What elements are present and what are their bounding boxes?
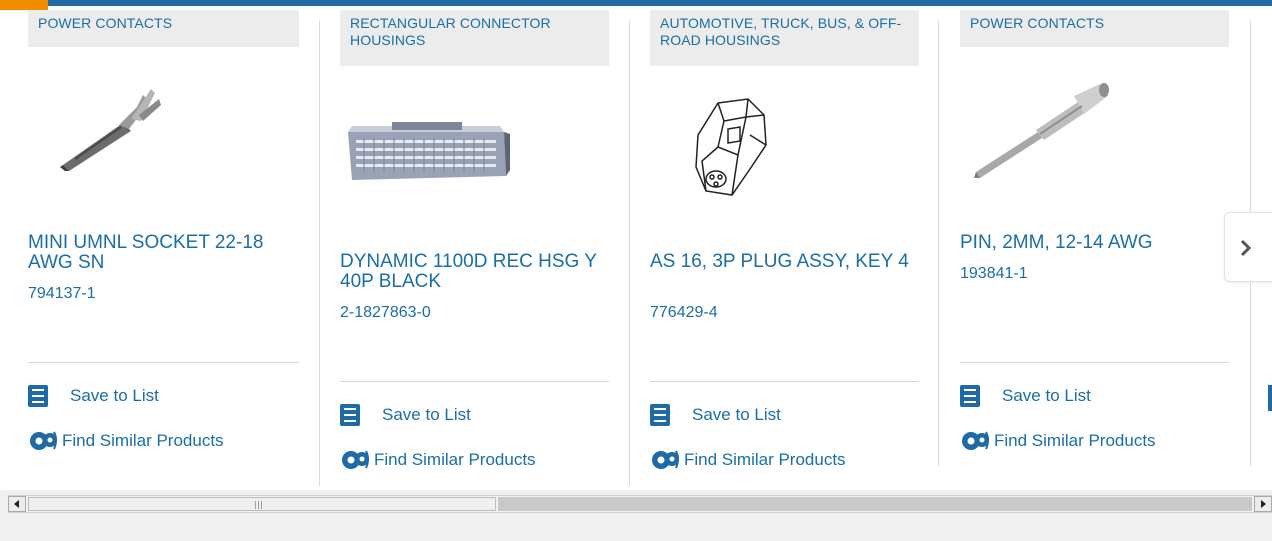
part-number[interactable]: 2-1827863-0 xyxy=(340,304,431,322)
product-title[interactable]: PIN, 2MM, 12-14 AWG xyxy=(960,233,1228,253)
checklist-icon xyxy=(960,385,980,407)
category-label[interactable]: AUTOMOTIVE, TRUCK, BUS, & OFF-ROAD HOUSI… xyxy=(650,10,919,66)
save-to-list-button[interactable]: Save to List xyxy=(340,404,471,426)
save-to-list-label: Save to List xyxy=(1002,386,1091,405)
find-similar-label: Find Similar Products xyxy=(62,431,224,450)
card-divider xyxy=(938,20,939,466)
product-image[interactable] xyxy=(344,120,514,190)
card-separator xyxy=(650,381,919,382)
card-separator xyxy=(28,362,299,363)
save-to-list-label: Save to List xyxy=(382,405,471,424)
gears-icon xyxy=(30,431,57,450)
top-accent-orange xyxy=(0,0,48,10)
find-similar-label: Find Similar Products xyxy=(374,450,536,469)
scrollbar-track[interactable] xyxy=(498,497,1252,511)
save-to-list-button[interactable]: Save to List xyxy=(960,385,1091,407)
gears-icon xyxy=(962,431,989,450)
find-similar-button[interactable]: Find Similar Products xyxy=(340,449,536,471)
product-title[interactable]: MINI UMNL SOCKET 22-18 AWG SN xyxy=(28,233,308,273)
gears-icon xyxy=(652,450,679,469)
checklist-icon xyxy=(650,404,670,426)
save-to-list-label: Save to List xyxy=(70,386,159,405)
find-similar-label: Find Similar Products xyxy=(994,431,1156,450)
card-separator xyxy=(960,362,1229,363)
carousel-next-button[interactable] xyxy=(1224,212,1272,282)
save-to-list-label: Save to List xyxy=(692,405,781,424)
product-image[interactable] xyxy=(55,85,170,180)
product-image[interactable] xyxy=(968,82,1113,187)
scroll-right-button[interactable] xyxy=(1254,496,1272,512)
product-image[interactable] xyxy=(688,95,778,205)
card-separator xyxy=(340,381,609,382)
checklist-icon xyxy=(28,385,48,407)
top-accent-bar xyxy=(0,0,1272,10)
part-number[interactable]: 193841-1 xyxy=(960,265,1028,283)
part-number[interactable]: 776429-4 xyxy=(650,304,718,322)
save-to-list-button[interactable]: Save to List xyxy=(28,385,159,407)
card-divider xyxy=(319,20,320,486)
checklist-icon xyxy=(340,404,360,426)
gears-icon xyxy=(342,450,369,469)
chevron-right-icon xyxy=(1240,239,1252,257)
find-similar-button[interactable]: Find Similar Products xyxy=(960,430,1156,452)
find-similar-label: Find Similar Products xyxy=(684,450,846,469)
next-card-peek xyxy=(1268,385,1272,411)
product-carousel: POWER CONTACTS MINI UMNL SOCKET 22-18 AW… xyxy=(0,0,1272,490)
save-to-list-button[interactable]: Save to List xyxy=(650,404,781,426)
category-label[interactable]: POWER CONTACTS xyxy=(960,10,1229,47)
card-divider xyxy=(629,20,630,486)
category-label[interactable]: POWER CONTACTS xyxy=(28,10,299,47)
find-similar-button[interactable]: Find Similar Products xyxy=(650,449,846,471)
part-number[interactable]: 794137-1 xyxy=(28,285,96,303)
product-title[interactable]: AS 16, 3P PLUG ASSY, KEY 4 xyxy=(650,252,918,272)
scrollbar-thumb[interactable] xyxy=(28,497,496,511)
find-similar-button[interactable]: Find Similar Products xyxy=(28,430,224,452)
product-title[interactable]: DYNAMIC 1100D REC HSG Y 40P BLACK xyxy=(340,252,620,292)
category-label[interactable]: RECTANGULAR CONNECTOR HOUSINGS xyxy=(340,10,609,66)
scroll-left-button[interactable] xyxy=(8,496,26,512)
horizontal-scrollbar[interactable] xyxy=(8,495,1272,513)
